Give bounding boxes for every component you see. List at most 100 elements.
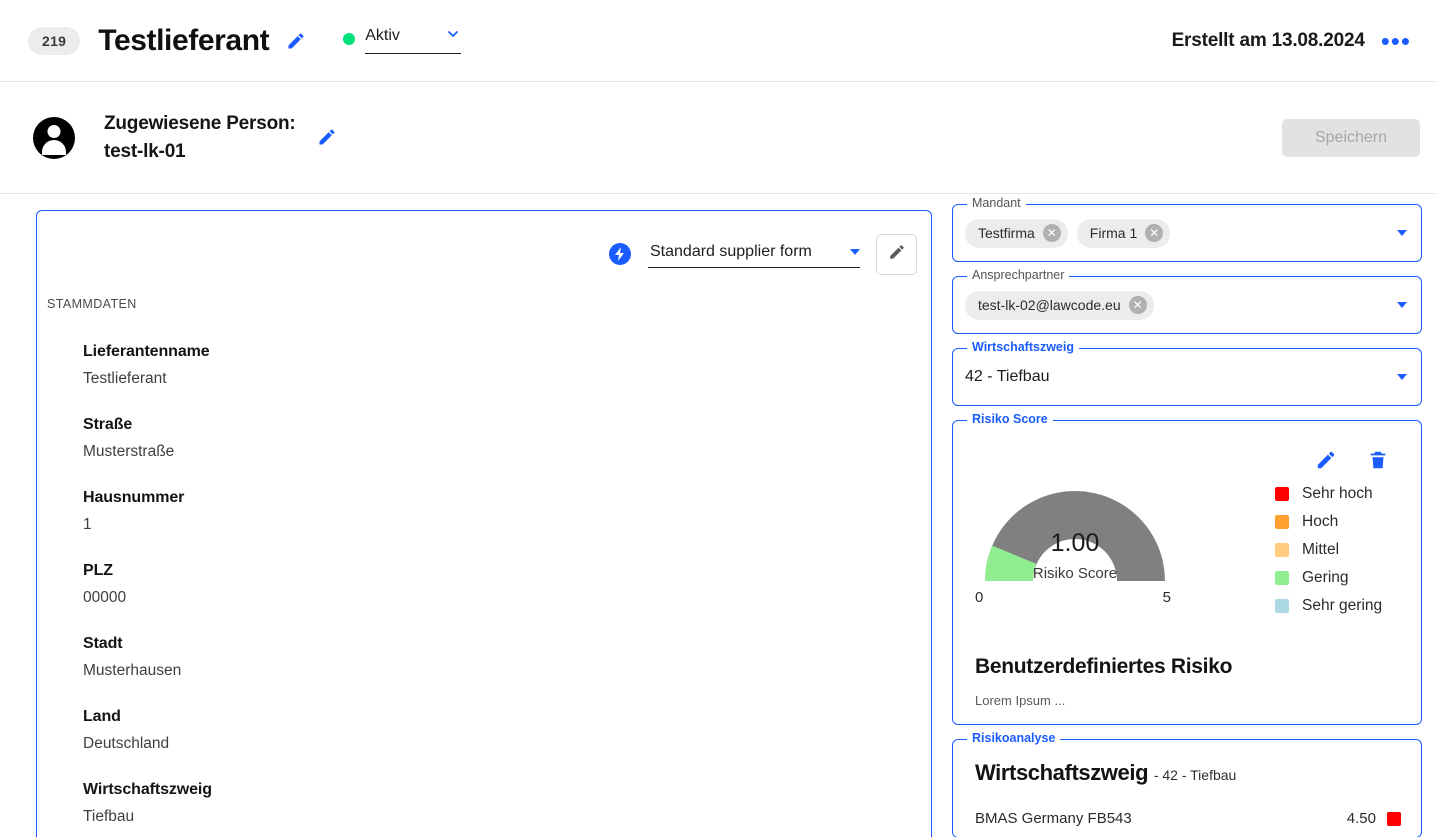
- status-label: Aktiv: [365, 27, 400, 44]
- risikoanalyse-card: Risikoanalyse Wirtschaftszweig - 42 - Ti…: [952, 731, 1422, 837]
- created-info: Erstellt am 13.08.2024 •••: [1171, 28, 1411, 54]
- stammdaten-card: Standard supplier form STAMMDATEN Liefer…: [36, 210, 932, 837]
- field-land: Land Deutschland: [83, 708, 931, 753]
- legend-label: Sehr hoch: [1302, 485, 1373, 502]
- delete-risk-icon[interactable]: [1367, 449, 1389, 471]
- analysis-row-score: 4.50: [1347, 810, 1401, 827]
- field-value: Musterhausen: [83, 662, 182, 679]
- bolt-icon[interactable]: [608, 242, 632, 266]
- assigned-person-label: Zugewiesene Person: test-lk-01: [104, 110, 296, 166]
- legend-label: Sehr gering: [1302, 597, 1383, 614]
- chevron-down-icon[interactable]: [1397, 302, 1407, 308]
- analysis-row-name: BMAS Germany FB543: [975, 810, 1132, 827]
- risikoanalyse-title-main: Wirtschaftszweig: [975, 760, 1149, 785]
- field-lieferantenname: Lieferantenname Testlieferant: [83, 343, 931, 388]
- supplier-detail-page: 219 Testlieferant Aktiv Erstellt am 13.0…: [0, 0, 1437, 837]
- field-strasse: Straße Musterstraße: [83, 416, 931, 461]
- ansprechpartner-field[interactable]: Ansprechpartner test-lk-02@lawcode.eu ✕: [952, 268, 1422, 334]
- risk-gauge: 1.00 Risiko Score 0 5: [975, 481, 1175, 606]
- chip-label: Testfirma: [978, 225, 1035, 241]
- legend-item: Mittel: [1275, 541, 1382, 559]
- chip-remove-icon[interactable]: ✕: [1128, 296, 1147, 314]
- chip-label: test-lk-02@lawcode.eu: [978, 297, 1121, 313]
- created-date-text: Erstellt am 13.08.2024: [1171, 29, 1365, 51]
- mandant-field[interactable]: Mandant Testfirma ✕ Firma 1 ✕: [952, 196, 1422, 262]
- mandant-legend: Mandant: [967, 196, 1026, 210]
- edit-form-button[interactable]: [876, 233, 917, 275]
- chip[interactable]: Testfirma ✕: [965, 218, 1068, 248]
- field-label: Straße: [83, 416, 133, 433]
- legend-item: Sehr hoch: [1275, 485, 1382, 503]
- chevron-down-icon[interactable]: [1397, 230, 1407, 236]
- chip-remove-icon[interactable]: ✕: [1145, 224, 1164, 242]
- ansprechpartner-legend: Ansprechpartner: [967, 268, 1070, 282]
- legend-swatch: [1275, 515, 1289, 529]
- field-value: 00000: [83, 589, 127, 606]
- page-header: 219 Testlieferant Aktiv Erstellt am 13.0…: [0, 0, 1437, 82]
- legend-item: Hoch: [1275, 513, 1382, 531]
- custom-risk-description: Lorem Ipsum ...: [975, 693, 1066, 708]
- form-toolbar: Standard supplier form: [37, 225, 931, 279]
- supplier-id-badge: 219: [28, 26, 81, 55]
- chevron-down-icon[interactable]: [1397, 374, 1407, 380]
- save-button[interactable]: Speichern: [1282, 118, 1420, 157]
- assigned-person-bar: Zugewiesene Person: test-lk-01 Speichern: [0, 82, 1437, 194]
- field-label: PLZ: [83, 562, 113, 579]
- wirtschaftszweig-body: 42 - Tiefbau: [953, 349, 1421, 405]
- custom-risk-title: Benutzerdefiniertes Risiko: [975, 655, 1233, 678]
- gauge-caption-label: Risiko Score: [1032, 565, 1118, 582]
- pencil-icon: [888, 243, 906, 266]
- gauge-max-tick: 5: [1162, 589, 1171, 606]
- field-label: Land: [83, 708, 121, 725]
- chevron-down-icon: [445, 26, 461, 47]
- field-value: Testlieferant: [83, 370, 167, 387]
- legend-swatch: [1275, 487, 1289, 501]
- avatar: [33, 116, 75, 159]
- ansprechpartner-chips: test-lk-02@lawcode.eu ✕: [953, 277, 1421, 333]
- status-select[interactable]: Aktiv: [365, 24, 462, 54]
- field-label: Lieferantenname: [83, 343, 210, 360]
- right-column: Mandant Testfirma ✕ Firma 1 ✕ Ansprechpa…: [952, 196, 1422, 837]
- mandant-chips: Testfirma ✕ Firma 1 ✕: [953, 205, 1421, 261]
- gauge-min-tick: 0: [975, 589, 984, 606]
- legend-swatch: [1275, 599, 1289, 613]
- table-row: BMAS Germany FB543 4.50: [975, 810, 1401, 827]
- risikoanalyse-title: Wirtschaftszweig - 42 - Tiefbau: [975, 760, 1401, 786]
- status-dot-icon: [343, 32, 356, 45]
- risikoanalyse-legend: Risikoanalyse: [967, 731, 1061, 745]
- legend-item: Gering: [1275, 569, 1382, 587]
- main-content: Standard supplier form STAMMDATEN Liefer…: [0, 194, 1437, 837]
- chip-label: Firma 1: [1089, 225, 1138, 241]
- legend-swatch: [1275, 571, 1289, 585]
- wirtschaftszweig-select[interactable]: Wirtschaftszweig 42 - Tiefbau: [952, 340, 1422, 406]
- field-value: 1: [83, 516, 92, 533]
- field-label: Stadt: [83, 635, 123, 652]
- gauge-value-label: 1.00: [1050, 529, 1100, 557]
- chip[interactable]: test-lk-02@lawcode.eu ✕: [965, 290, 1154, 320]
- gauge-axis-ticks: 0 5: [975, 589, 1171, 606]
- field-value: Tiefbau: [83, 808, 135, 825]
- legend-label: Gering: [1302, 569, 1349, 586]
- chevron-down-icon: [850, 248, 860, 255]
- stammdaten-field-list: Lieferantenname Testlieferant Straße Mus…: [37, 311, 931, 837]
- edit-assigned-person-icon[interactable]: [317, 127, 339, 149]
- risiko-score-card: Risiko Score 1.00 Risiko Score 0 5 Sehr …: [952, 412, 1422, 725]
- assigned-person-title: Zugewiesene Person:: [104, 112, 296, 134]
- edit-risk-icon[interactable]: [1315, 449, 1337, 471]
- status-control[interactable]: Aktiv: [343, 24, 462, 58]
- legend-label: Mittel: [1302, 541, 1340, 558]
- field-label: Wirtschaftszweig: [83, 781, 212, 798]
- edit-title-icon[interactable]: [285, 30, 307, 52]
- more-options-icon[interactable]: •••: [1381, 28, 1411, 54]
- field-value: Deutschland: [83, 735, 170, 752]
- form-template-select[interactable]: Standard supplier form: [648, 241, 860, 268]
- risikoanalyse-title-sub: - 42 - Tiefbau: [1153, 767, 1237, 783]
- assigned-person-name: test-lk-01: [104, 140, 186, 162]
- field-wirtschaftszweig: Wirtschaftszweig Tiefbau: [83, 781, 931, 826]
- field-hausnummer: Hausnummer 1: [83, 489, 931, 534]
- analysis-row-value: 4.50: [1346, 810, 1376, 827]
- risk-gauge-row: 1.00 Risiko Score 0 5 Sehr hoch Hoch Mit…: [975, 481, 1407, 625]
- chip[interactable]: Firma 1 ✕: [1076, 218, 1171, 248]
- legend-item: Sehr gering: [1275, 597, 1382, 615]
- chip-remove-icon[interactable]: ✕: [1042, 224, 1061, 242]
